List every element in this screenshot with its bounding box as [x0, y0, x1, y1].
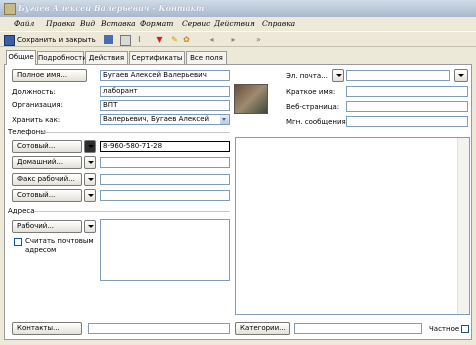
chevron-down-icon[interactable]: [220, 115, 229, 124]
tab-certificates[interactable]: Сертификаты: [129, 51, 185, 64]
mailing-address-label: Считать почтовым адресом: [25, 237, 94, 254]
address-divider: [34, 211, 230, 212]
menu-insert[interactable]: Вставка: [101, 19, 136, 28]
private-label: Частное: [429, 325, 460, 333]
phone1-dropdown[interactable]: [84, 140, 96, 153]
more-icon[interactable]: »: [254, 35, 263, 44]
email-field[interactable]: [346, 70, 450, 81]
im-field[interactable]: [346, 116, 468, 127]
position-label: Должность:: [12, 88, 56, 96]
phone1-field[interactable]: 8-960-580-71-28: [100, 141, 230, 152]
webpage-field[interactable]: [346, 101, 468, 112]
phone2-type-button[interactable]: Домашний...: [12, 156, 82, 169]
menu-edit[interactable]: Правка: [46, 19, 75, 28]
file-as-label: Хранить как:: [12, 116, 61, 124]
phone4-field[interactable]: [100, 190, 230, 201]
mailing-address-checkbox[interactable]: [14, 238, 22, 246]
phones-divider: [40, 132, 230, 133]
title-bar: Бугаев Алексей Валерьевич - Контакт: [0, 0, 476, 17]
menu-actions[interactable]: Действия: [214, 19, 255, 28]
address-book-icon[interactable]: [454, 69, 468, 82]
save-close-button[interactable]: Сохранить и закрыть: [17, 36, 96, 45]
menu-view[interactable]: Вид: [80, 19, 95, 28]
phone4-type-button[interactable]: Сотовый...: [12, 189, 82, 202]
menu-format[interactable]: Формат: [140, 19, 173, 28]
address-field[interactable]: [100, 219, 230, 281]
file-as-value: Валерьевич, Бугаев Алексей: [103, 115, 210, 123]
tab-all-fields[interactable]: Все поля: [186, 51, 227, 64]
organization-label: Организация:: [12, 101, 63, 109]
flag-icon[interactable]: ▼: [155, 35, 164, 44]
attach-icon[interactable]: ⌇: [135, 35, 144, 44]
phone3-field[interactable]: [100, 174, 230, 185]
notes-scrollbar[interactable]: [457, 138, 469, 314]
menu-tools[interactable]: Сервис: [182, 19, 210, 28]
toolbar: Сохранить и закрыть ⌇ ▼ ✎ ✿ ◂ ▸ »: [0, 31, 476, 47]
options-icon[interactable]: ✿: [182, 35, 191, 44]
categories-field[interactable]: [294, 323, 422, 334]
next-icon[interactable]: ▸: [229, 35, 238, 44]
address-section-label: Адреса: [8, 207, 35, 215]
save-icon[interactable]: [4, 35, 15, 46]
file-as-combo[interactable]: Валерьевич, Бугаев Алексей: [100, 114, 230, 125]
categories-button[interactable]: Категории...: [235, 322, 290, 335]
fullname-field[interactable]: Бугаев Алексей Валерьевич: [100, 70, 230, 81]
private-checkbox[interactable]: [461, 325, 469, 333]
contacts-field[interactable]: [88, 323, 230, 334]
phone2-dropdown[interactable]: [84, 156, 96, 169]
contact-photo[interactable]: [234, 84, 268, 114]
phone1-type-button[interactable]: Сотовый...: [12, 140, 82, 153]
notes-area[interactable]: [235, 137, 470, 315]
phone3-dropdown[interactable]: [84, 173, 96, 186]
tab-activities[interactable]: Действия: [85, 51, 128, 64]
address-type-button[interactable]: Рабочий...: [12, 220, 82, 233]
prev-icon[interactable]: ◂: [207, 35, 216, 44]
app-icon: [4, 3, 16, 15]
tab-details[interactable]: Подробности: [37, 51, 87, 64]
email-button[interactable]: Эл. почта...: [286, 72, 328, 81]
menu-file[interactable]: Файл: [14, 19, 34, 28]
position-field[interactable]: лаборант: [100, 86, 230, 97]
print-icon[interactable]: [120, 35, 131, 46]
shortname-label: Краткое имя:: [286, 88, 336, 96]
shortname-field[interactable]: [346, 86, 468, 97]
im-label: Мгн. сообщения:: [286, 118, 349, 126]
tab-general[interactable]: Общие: [6, 50, 36, 65]
email-dropdown[interactable]: [332, 69, 344, 82]
phone3-type-button[interactable]: Факс рабочий...: [12, 173, 82, 186]
fullname-button[interactable]: Полное имя...: [12, 69, 87, 82]
window-title: Бугаев Алексей Валерьевич - Контакт: [18, 3, 205, 13]
address-dropdown[interactable]: [84, 220, 96, 233]
category-icon[interactable]: ✎: [170, 35, 179, 44]
organization-field[interactable]: ВПТ: [100, 100, 230, 111]
menu-bar: Файл Правка Вид Вставка Формат Сервис Де…: [0, 17, 476, 30]
save-icon[interactable]: [104, 35, 113, 44]
menu-help[interactable]: Справка: [262, 19, 295, 28]
phone2-field[interactable]: [100, 157, 230, 168]
webpage-label: Веб-страница:: [286, 103, 340, 111]
contacts-button[interactable]: Контакты...: [12, 322, 82, 335]
phone4-dropdown[interactable]: [84, 189, 96, 202]
tab-strip: Общие Подробности Действия Сертификаты В…: [0, 50, 476, 65]
